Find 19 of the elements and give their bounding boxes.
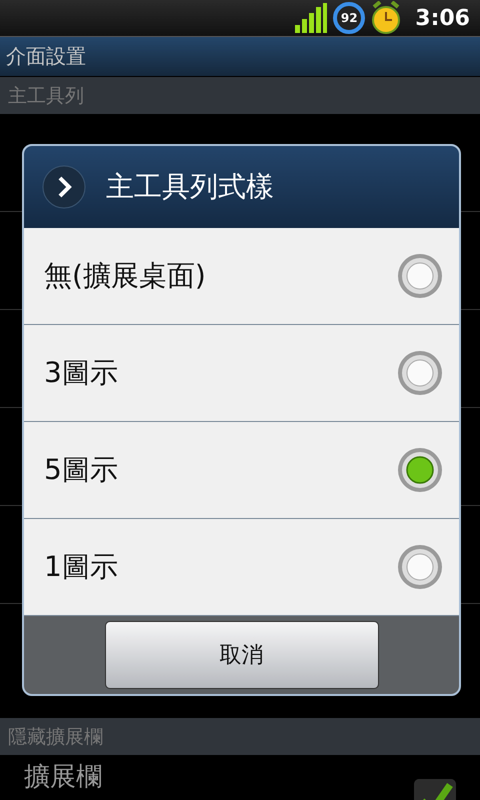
option-label: 3圖示: [44, 355, 118, 391]
option-label: 1圖示: [44, 549, 118, 585]
radio-button[interactable]: [397, 350, 443, 396]
setting-label: 擴展欄: [24, 761, 102, 793]
dialog-title: 主工具列式樣: [106, 169, 274, 205]
option-label: 5圖示: [44, 452, 118, 488]
alarm-clock-icon: [371, 1, 402, 35]
radio-button[interactable]: [397, 544, 443, 590]
cancel-button[interactable]: 取消: [104, 621, 378, 689]
section-header: 隱藏擴展欄: [0, 718, 480, 755]
screen-title: 介面設置: [0, 37, 480, 77]
option-label: 無(擴展桌面): [44, 258, 206, 294]
signal-icon: [295, 3, 328, 33]
section-header: 主工具列: [0, 77, 480, 114]
chevron-icon: [42, 165, 86, 209]
clock: 3:06: [415, 6, 470, 30]
radio-button[interactable]: [397, 253, 443, 299]
radio-button[interactable]: [397, 447, 443, 493]
battery-indicator: 92: [333, 2, 366, 34]
